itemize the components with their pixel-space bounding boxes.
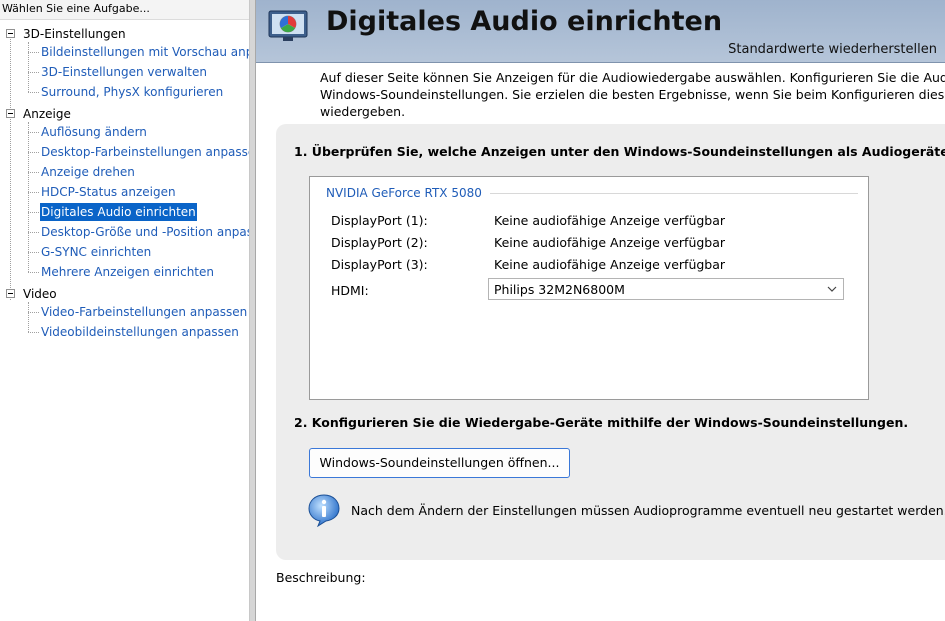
tree-connector <box>28 212 39 213</box>
tree-connector <box>28 132 39 133</box>
group-divider <box>490 193 858 194</box>
intro-line: wiedergeben. <box>320 104 406 119</box>
connector-value-dp2: Keine audiofähige Anzeige verfügbar <box>494 235 726 250</box>
tree-item-hdcp-status[interactable]: HDCP-Status anzeigen <box>40 183 177 201</box>
content-pane: Digitales Audio einrichten Standardwerte… <box>256 0 945 621</box>
settings-panel: 1. Überprüfen Sie, welche Anzeigen unter… <box>276 124 945 560</box>
connector-label-dp2: DisplayPort (2): <box>331 235 428 250</box>
collapse-icon[interactable] <box>6 289 15 298</box>
tree-connector <box>28 72 39 73</box>
task-tree-header: Wählen Sie eine Aufgabe... <box>0 0 249 20</box>
tree-category-label: Anzeige <box>23 107 71 121</box>
tree-item-digital-audio[interactable]: Digitales Audio einrichten <box>40 203 197 221</box>
tree-connector <box>28 122 29 272</box>
connector-value-dp3: Keine audiofähige Anzeige verfügbar <box>494 257 726 272</box>
gpu-group-box: NVIDIA GeForce RTX 5080 DisplayPort (1):… <box>309 176 869 400</box>
tree-connector <box>28 302 29 332</box>
connector-label-hdmi: HDMI: <box>331 283 369 298</box>
chevron-down-icon[interactable] <box>826 283 838 295</box>
tree-item-video-image[interactable]: Videobildeinstellungen anpassen <box>40 323 240 341</box>
tree-connector <box>10 34 11 300</box>
tree-item-rotate-display[interactable]: Anzeige drehen <box>40 163 136 181</box>
tree-item-desktop-size-position[interactable]: Desktop-Größe und -Position anpassen <box>40 223 249 241</box>
tree-connector <box>28 42 29 92</box>
step1-heading: 1. Überprüfen Sie, welche Anzeigen unter… <box>294 144 945 159</box>
collapse-icon[interactable] <box>6 29 15 38</box>
tree-category-label: Video <box>23 287 57 301</box>
page-title: Digitales Audio einrichten <box>326 6 723 37</box>
tree-item-video-color[interactable]: Video-Farbeinstellungen anpassen <box>40 303 248 321</box>
intro-line: Auf dieser Seite können Sie Anzeigen für… <box>320 70 945 85</box>
tree-connector <box>28 272 39 273</box>
description-label: Beschreibung: <box>276 570 366 585</box>
tree-item-change-resolution[interactable]: Auflösung ändern <box>40 123 148 141</box>
step2-heading: 2. Konfigurieren Sie die Wiedergabe-Gerä… <box>294 415 909 430</box>
hdmi-display-select[interactable]: Philips 32M2N6800M <box>488 278 844 300</box>
tree-connector <box>28 252 39 253</box>
tree-item-multiple-displays[interactable]: Mehrere Anzeigen einrichten <box>40 263 215 281</box>
open-sound-settings-button[interactable]: Windows-Soundeinstellungen öffnen... <box>309 448 570 478</box>
connector-label-dp3: DisplayPort (3): <box>331 257 428 272</box>
tree-connector <box>28 152 39 153</box>
restore-defaults-link[interactable]: Standardwerte wiederherstellen <box>728 42 937 57</box>
tree-category-label: 3D-Einstellungen <box>23 27 126 41</box>
intro-line: Windows-Soundeinstellungen. Sie erzielen… <box>320 87 945 102</box>
tree-connector <box>28 312 39 313</box>
tree-connector <box>28 172 39 173</box>
tree-item-manage-3d-settings[interactable]: 3D-Einstellungen verwalten <box>40 63 208 81</box>
intro-text: Auf dieser Seite können Sie Anzeigen für… <box>320 69 945 120</box>
tree-connector <box>28 92 39 93</box>
tree-item-desktop-color[interactable]: Desktop-Farbeinstellungen anpassen <box>40 143 249 161</box>
tree-item-gsync[interactable]: G-SYNC einrichten <box>40 243 152 261</box>
info-icon <box>307 493 341 528</box>
restart-info-text: Nach dem Ändern der Einstellungen müssen… <box>351 503 945 518</box>
connector-label-dp1: DisplayPort (1): <box>331 213 428 228</box>
collapse-icon[interactable] <box>6 109 15 118</box>
page-banner: Digitales Audio einrichten Standardwerte… <box>256 0 945 63</box>
tree-item-image-settings-preview[interactable]: Bildeinstellungen mit Vorschau anpassen <box>40 43 249 61</box>
connector-value-dp1: Keine audiofähige Anzeige verfügbar <box>494 213 726 228</box>
hdmi-select-value: Philips 32M2N6800M <box>494 282 625 297</box>
tree-item-surround-physx[interactable]: Surround, PhysX konfigurieren <box>40 83 224 101</box>
tree-connector <box>28 52 39 53</box>
tree-connector <box>28 332 39 333</box>
tree-connector <box>28 232 39 233</box>
display-audio-icon <box>268 10 308 42</box>
gpu-name: NVIDIA GeForce RTX 5080 <box>326 186 482 200</box>
task-tree-panel: Wählen Sie eine Aufgabe... 3D-Einstellun… <box>0 0 250 621</box>
tree-connector <box>28 192 39 193</box>
